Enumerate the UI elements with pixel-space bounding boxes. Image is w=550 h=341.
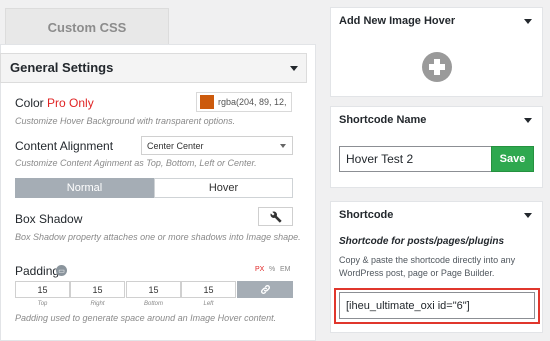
tab-hover[interactable]: Hover bbox=[154, 178, 293, 198]
general-settings-title: General Settings bbox=[10, 60, 114, 75]
padding-bottom-caption: Bottom bbox=[143, 301, 163, 307]
content-alignment-hint: Customize Content Aginment as Top, Botto… bbox=[15, 158, 257, 168]
unit-percent[interactable]: % bbox=[269, 266, 275, 273]
color-label-text: Color bbox=[15, 96, 44, 110]
box-shadow-hint: Box Shadow property attaches one or more… bbox=[15, 232, 301, 242]
chevron-down-icon bbox=[280, 144, 286, 148]
padding-top-input[interactable]: 15 bbox=[15, 281, 70, 298]
box-shadow-settings-button[interactable] bbox=[258, 207, 293, 226]
save-button[interactable]: Save bbox=[491, 146, 534, 172]
color-label: Color Pro Only bbox=[15, 96, 94, 110]
pro-only-badge: Pro Only bbox=[47, 96, 94, 110]
collapse-caret-icon[interactable] bbox=[290, 66, 298, 71]
shortcode-input[interactable]: [iheu_ultimate_oxi id="6"] bbox=[339, 292, 535, 319]
tab-custom-css[interactable]: Custom CSS bbox=[5, 8, 169, 45]
shortcode-subtitle: Shortcode for posts/pages/plugins bbox=[339, 236, 505, 247]
color-picker-field[interactable]: rgba(204, 89, 12, bbox=[196, 92, 292, 112]
color-value: rgba(204, 89, 12, bbox=[218, 97, 287, 107]
padding-right-caption: Right bbox=[90, 301, 105, 307]
collapse-caret-icon[interactable] bbox=[524, 118, 532, 123]
padding-top-caption: Top bbox=[37, 301, 48, 307]
padding-left-input[interactable]: 15 bbox=[181, 281, 236, 298]
plus-bar-vertical bbox=[434, 59, 440, 75]
padding-left-caption: Left bbox=[203, 301, 214, 307]
padding-right-input[interactable]: 15 bbox=[70, 281, 125, 298]
responsive-device-icon[interactable]: ▭ bbox=[56, 265, 67, 276]
content-alignment-label: Content Alignment bbox=[15, 139, 114, 153]
shortcode-title: Shortcode bbox=[339, 209, 394, 221]
unit-px[interactable]: PX bbox=[255, 266, 264, 273]
color-swatch[interactable] bbox=[200, 95, 214, 109]
box-shadow-label: Box Shadow bbox=[15, 212, 83, 226]
shortcode-name-input[interactable]: Hover Test 2 bbox=[339, 146, 492, 172]
collapse-caret-icon[interactable] bbox=[524, 19, 532, 24]
color-hint: Customize Hover Background with transpar… bbox=[15, 116, 236, 126]
shortcode-description: Copy & paste the shortcode directly into… bbox=[339, 255, 516, 278]
content-alignment-value: Center Center bbox=[147, 140, 204, 151]
collapse-caret-icon[interactable] bbox=[524, 213, 532, 218]
padding-bottom-input[interactable]: 15 bbox=[126, 281, 181, 298]
unit-em[interactable]: EM bbox=[280, 266, 291, 273]
padding-hint: Padding used to generate space around an… bbox=[15, 313, 277, 323]
shortcode-name-title: Shortcode Name bbox=[339, 114, 427, 126]
link-icon bbox=[260, 285, 270, 294]
padding-label: Padding bbox=[15, 264, 60, 278]
padding-link-button[interactable] bbox=[237, 281, 293, 298]
add-new-title: Add New Image Hover bbox=[339, 15, 456, 27]
content-alignment-select[interactable]: Center Center bbox=[141, 136, 293, 155]
tab-normal[interactable]: Normal bbox=[15, 178, 154, 198]
wrench-icon bbox=[269, 211, 281, 222]
